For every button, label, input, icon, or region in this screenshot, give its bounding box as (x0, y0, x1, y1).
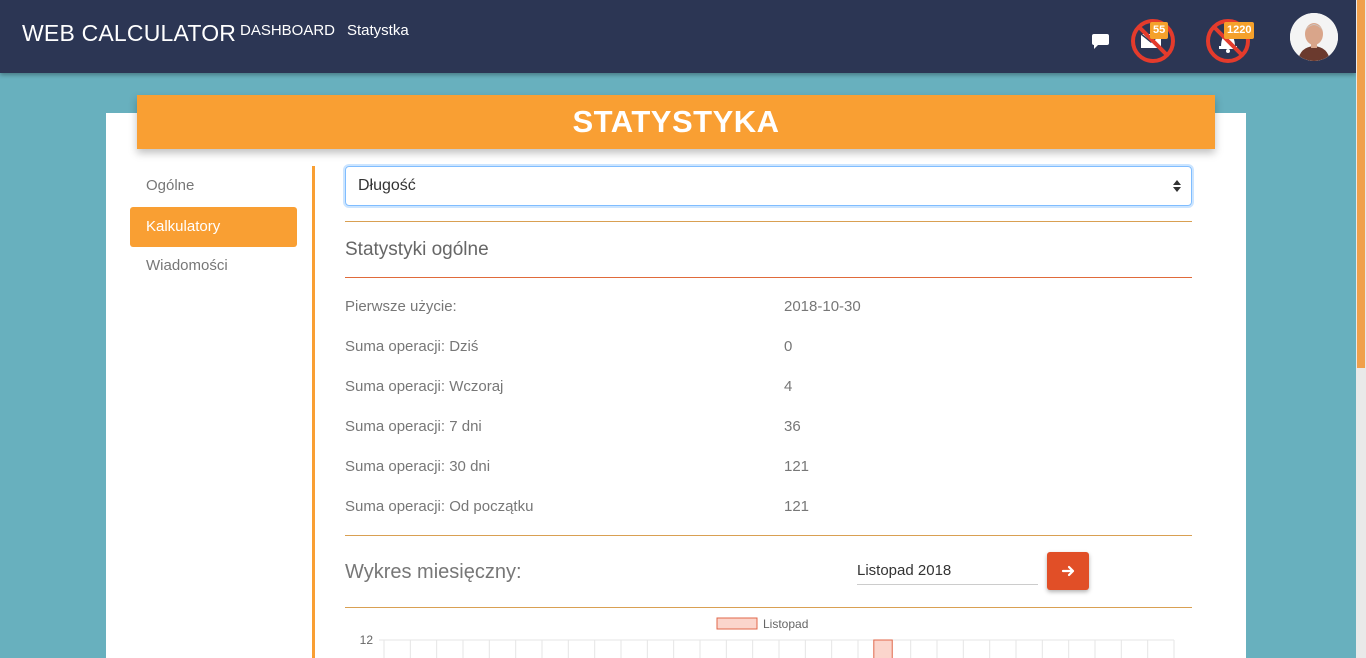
divider (345, 607, 1192, 608)
y-tick-label: 12 (360, 633, 374, 647)
scrollbar-thumb[interactable] (1357, 0, 1365, 368)
stat-label: Suma operacji: Wczoraj (345, 378, 504, 395)
sidebar-item-ogolne[interactable]: Ogólne (130, 166, 297, 206)
divider (345, 535, 1192, 536)
sidebar-divider (312, 166, 315, 658)
page-scrollbar[interactable] (1356, 0, 1366, 658)
stat-value: 121 (784, 458, 810, 475)
nav-link-dashboard[interactable]: DASHBOARD (240, 22, 335, 39)
select-sort-icon (1173, 180, 1181, 192)
page-title: STATYSTYKA (137, 95, 1215, 149)
sidebar-item-kalkulatory[interactable]: Kalkulatory (130, 207, 297, 247)
calculator-select[interactable]: Długość (345, 166, 1192, 206)
general-stats-title: Statystyki ogólne (345, 239, 489, 260)
nav-link-statystyka[interactable]: Statystka (347, 22, 409, 39)
monthly-chart-title: Wykres miesięczny: (345, 561, 522, 583)
brand-title[interactable]: WEB CALCULATOR (22, 20, 236, 47)
top-navbar: WEB CALCULATOR DASHBOARD Statystka 55 12… (0, 0, 1356, 73)
user-avatar[interactable] (1290, 13, 1338, 61)
stat-label: Suma operacji: 7 dni (345, 418, 482, 435)
stat-label: Suma operacji: 30 dni (345, 458, 491, 475)
calculator-select-value: Długość (358, 177, 416, 194)
month-picker-input[interactable]: Listopad 2018 (857, 560, 1038, 585)
next-month-button[interactable] (1047, 552, 1089, 590)
legend-swatch (716, 617, 758, 630)
stat-label: Suma operacji: Od początku (345, 498, 534, 515)
chat-icon[interactable] (1092, 34, 1109, 49)
arrow-right-icon (1061, 565, 1075, 577)
stat-value: 36 (784, 418, 801, 435)
stat-label: Suma operacji: Dziś (345, 338, 479, 355)
stat-value: 0 (784, 338, 793, 355)
mail-count-badge: 55 (1150, 22, 1169, 39)
divider (345, 221, 1192, 222)
monthly-bar-chart: Listopad 12 (360, 617, 1175, 658)
stat-value: 121 (784, 498, 810, 515)
notification-count-badge: 1220 (1224, 22, 1255, 39)
legend-label: Listopad (763, 617, 808, 631)
stat-label: Pierwsze użycie: (345, 298, 457, 315)
sidebar-item-wiadomosci[interactable]: Wiadomości (130, 246, 297, 286)
stat-value: 4 (784, 378, 793, 395)
stat-value: 2018-10-30 (784, 298, 861, 315)
bar (873, 639, 893, 658)
divider (345, 277, 1192, 278)
